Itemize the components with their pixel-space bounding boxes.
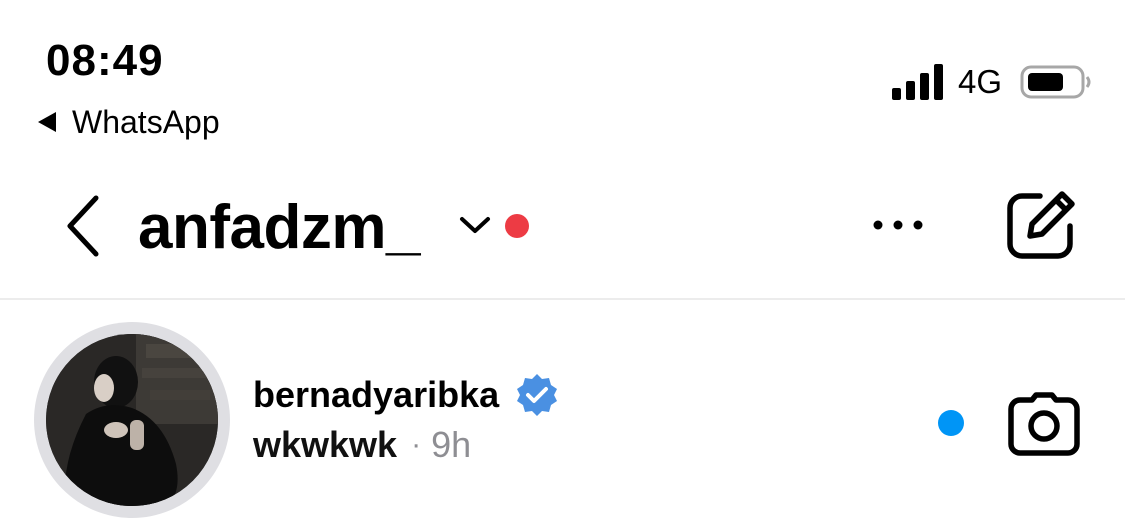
unread-indicator (938, 410, 964, 436)
camera-icon[interactable] (1008, 392, 1080, 456)
header-divider (0, 298, 1125, 300)
verified-badge-icon (517, 374, 557, 416)
new-message-icon[interactable] (1004, 188, 1078, 262)
back-to-app-link[interactable]: WhatsApp (38, 102, 220, 142)
chevron-down-icon[interactable] (458, 213, 492, 237)
thread-preview[interactable]: wkwkwk · 9h (253, 422, 471, 468)
cellular-signal-icon (892, 64, 943, 100)
notification-dot (505, 214, 529, 238)
avatar[interactable] (46, 334, 218, 506)
battery-icon (1020, 65, 1091, 99)
network-type: 4G (958, 63, 1003, 100)
thread-time-ago: 9h (431, 424, 472, 465)
status-time: 08:49 (46, 36, 164, 85)
account-username[interactable]: anfadzm_ (138, 192, 420, 264)
avatar-photo (46, 334, 218, 506)
back-triangle-icon (38, 112, 56, 132)
chevron-left-icon[interactable] (62, 194, 106, 258)
thread-contact-name[interactable]: bernadyaribka (253, 372, 499, 418)
ellipsis-icon[interactable] (872, 213, 924, 237)
back-app-label: WhatsApp (72, 104, 220, 140)
thread-separator: · (411, 428, 422, 461)
thread-last-message: wkwkwk (253, 424, 398, 465)
